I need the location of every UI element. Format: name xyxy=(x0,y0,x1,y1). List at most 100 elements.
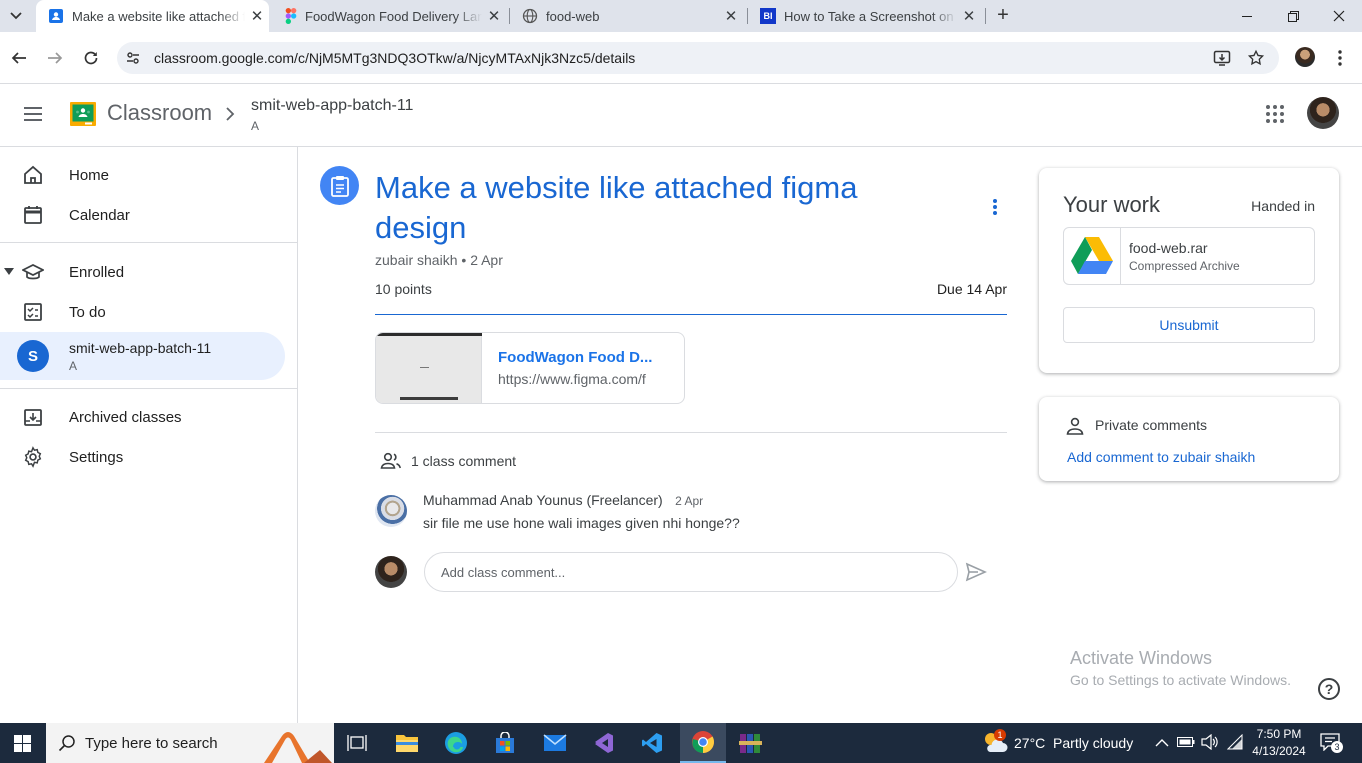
classroom-logo[interactable] xyxy=(70,102,96,126)
back-button[interactable] xyxy=(7,46,31,70)
app-name[interactable]: Classroom xyxy=(107,100,212,126)
forward-button[interactable] xyxy=(43,46,67,70)
close-icon[interactable]: ✕ xyxy=(245,7,269,25)
assignment-points: 10 points xyxy=(375,281,432,297)
breadcrumb-class-name[interactable]: smit-web-app-batch-11 xyxy=(251,97,413,115)
tab-food-web[interactable]: food-web ✕ xyxy=(510,0,743,32)
windows-taskbar: Type here to search 1 27°C Partly cloudy xyxy=(0,723,1362,763)
submitted-file-card[interactable]: food-web.rar Compressed Archive xyxy=(1063,227,1315,285)
chrome-menu-button[interactable] xyxy=(1330,48,1350,68)
battery-icon[interactable] xyxy=(1177,736,1195,748)
archive-icon xyxy=(24,409,42,426)
sidebar-item-enrolled[interactable]: Enrolled xyxy=(0,252,285,292)
weather-text: 27°C Partly cloudy xyxy=(1014,735,1134,751)
classroom-favicon-icon xyxy=(49,9,63,23)
unsubmit-button[interactable]: Unsubmit xyxy=(1063,307,1315,343)
wifi-icon[interactable] xyxy=(1227,734,1243,750)
tab-foodwagon[interactable]: FoodWagon Food Delivery Landing Page ✕ xyxy=(273,0,506,32)
divider xyxy=(0,388,297,389)
help-icon: ? xyxy=(1324,681,1334,697)
arrow-left-icon xyxy=(11,52,26,64)
minimize-button[interactable] xyxy=(1224,0,1270,32)
class-comments-count: 1 class comment xyxy=(411,453,517,469)
divider xyxy=(375,314,1007,315)
google-apps-button[interactable] xyxy=(1263,102,1287,126)
close-icon[interactable]: ✕ xyxy=(482,7,506,25)
add-private-comment-link[interactable]: Add comment to zubair shaikh xyxy=(1067,449,1255,465)
assignment-due-date: Due 14 Apr xyxy=(936,281,1007,297)
taskbar-search-placeholder: Type here to search xyxy=(85,734,218,752)
address-bar[interactable]: classroom.google.com/c/NjM5MTg3NDQ3OTkw/… xyxy=(117,42,1279,74)
assignment-clipboard-icon xyxy=(330,175,349,197)
notifications-button[interactable]: 3 xyxy=(1320,733,1343,753)
minimize-icon xyxy=(1242,15,1252,17)
taskbar-search-box[interactable]: Type here to search xyxy=(46,723,334,763)
vscode-button[interactable] xyxy=(631,727,673,759)
sidebar-item-label: Calendar xyxy=(69,206,130,224)
weather-icon-wrap: 1 xyxy=(982,729,1008,756)
file-name: food-web.rar xyxy=(1129,240,1208,256)
business-insider-favicon-icon: BI xyxy=(760,8,776,24)
file-explorer-button[interactable] xyxy=(386,727,428,759)
hamburger-menu-icon xyxy=(24,107,42,121)
close-window-button[interactable] xyxy=(1316,0,1362,32)
attachment-title[interactable]: FoodWagon Food D... xyxy=(498,349,652,366)
close-icon[interactable]: ✕ xyxy=(957,7,981,25)
start-button[interactable] xyxy=(0,727,44,759)
help-button[interactable]: ? xyxy=(1318,678,1340,700)
search-icon xyxy=(58,735,75,752)
class-comments-header[interactable]: 1 class comment xyxy=(380,452,516,470)
clock[interactable]: 7:50 PM 4/13/2024 xyxy=(1250,726,1308,760)
tab-title: FoodWagon Food Delivery Landing Page xyxy=(305,8,482,24)
main-menu-button[interactable] xyxy=(21,102,45,126)
edge-button[interactable] xyxy=(435,727,477,759)
your-work-card: Your work Handed in food-web.rar Compres… xyxy=(1039,168,1339,373)
comment-text: sir file me use hone wali images given n… xyxy=(423,515,740,531)
install-app-icon[interactable] xyxy=(1213,49,1231,67)
close-icon[interactable]: ✕ xyxy=(719,7,743,25)
windows-logo-icon xyxy=(13,734,31,752)
new-tab-button[interactable]: + xyxy=(991,4,1015,28)
volume-icon[interactable] xyxy=(1201,734,1219,750)
sidebar-item-class-selected[interactable]: S smit-web-app-batch-11 A xyxy=(0,332,285,380)
sidebar-item-todo[interactable]: To do xyxy=(0,292,285,332)
activate-windows-title: Activate Windows xyxy=(1070,648,1213,668)
chrome-button-active[interactable] xyxy=(680,723,726,763)
sidebar-item-home[interactable]: Home xyxy=(0,155,285,195)
tab-search-button[interactable] xyxy=(5,6,27,26)
thumbnail-cursor xyxy=(420,367,429,368)
class-comment-input[interactable]: Add class comment... xyxy=(424,552,958,592)
chevron-up-icon[interactable] xyxy=(1155,738,1169,747)
task-view-button[interactable] xyxy=(336,727,378,759)
person-icon xyxy=(1066,417,1084,435)
account-avatar[interactable] xyxy=(1307,97,1339,129)
send-comment-button[interactable] xyxy=(964,560,988,584)
tab-separator xyxy=(985,8,986,24)
sidebar-item-label: smit-web-app-batch-11 xyxy=(69,340,212,356)
tab-active[interactable]: Make a website like attached figma desig… xyxy=(36,0,269,32)
winrar-books-icon xyxy=(739,734,762,753)
assignment-title: Make a website like attached figma desig… xyxy=(375,170,858,245)
mail-button[interactable] xyxy=(534,727,576,759)
weather-widget[interactable]: 1 27°C Partly cloudy xyxy=(982,723,1133,763)
site-settings-icon[interactable] xyxy=(125,50,141,66)
caret-down-icon[interactable] xyxy=(4,268,14,276)
tab-screenshot-article[interactable]: BI How to Take a Screenshot on Windows ✕ xyxy=(748,0,981,32)
sidebar-item-calendar[interactable]: Calendar xyxy=(0,195,285,235)
divider xyxy=(0,242,297,243)
close-icon xyxy=(1333,10,1345,22)
profile-avatar[interactable] xyxy=(1295,47,1315,67)
private-comments-title: Private comments xyxy=(1095,417,1208,433)
url-text[interactable]: classroom.google.com/c/NjM5MTg3NDQ3OTkw/… xyxy=(154,50,635,66)
bookmark-star-icon[interactable] xyxy=(1247,49,1265,67)
sidebar-item-settings[interactable]: Settings xyxy=(0,437,285,477)
assignment-more-button[interactable] xyxy=(983,196,1007,220)
attachment-card[interactable]: FoodWagon Food D... https://www.figma.co… xyxy=(375,332,685,404)
winrar-button[interactable] xyxy=(730,727,772,759)
visual-studio-button[interactable] xyxy=(582,727,624,759)
notification-count-badge: 3 xyxy=(1331,741,1343,753)
sidebar-item-archived[interactable]: Archived classes xyxy=(0,397,285,437)
reload-button[interactable] xyxy=(79,46,103,70)
microsoft-store-button[interactable] xyxy=(484,727,526,759)
restore-button[interactable] xyxy=(1270,0,1316,32)
